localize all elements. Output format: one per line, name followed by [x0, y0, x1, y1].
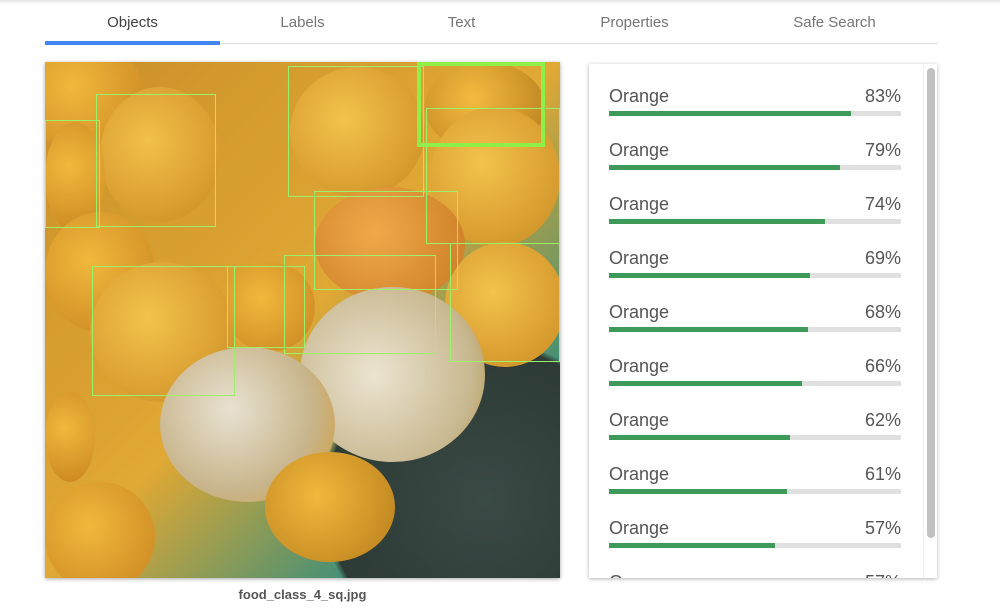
bounding-box[interactable]	[450, 243, 560, 362]
result-label: Orange	[609, 356, 670, 376]
score-bar-track	[609, 111, 901, 116]
score-bar-fill	[609, 111, 852, 116]
result-score: 62%	[864, 410, 901, 430]
result-label: Orange	[609, 464, 670, 484]
result-score: 79%	[864, 140, 901, 160]
result-label: Orange	[609, 86, 670, 106]
bounding-box[interactable]	[45, 120, 100, 228]
score-bar-fill	[609, 219, 826, 224]
tab-bar: Objects Labels Text Properties Safe Sear…	[45, 0, 938, 45]
scrollbar[interactable]	[923, 64, 937, 578]
result-score: 57%	[865, 572, 901, 578]
score-bar-track	[609, 543, 901, 548]
bounding-box[interactable]	[92, 266, 235, 396]
score-bar-track	[609, 165, 901, 170]
bounding-box[interactable]	[96, 94, 216, 227]
score-bar-track	[609, 327, 901, 332]
tab-safe-search[interactable]: Safe Search	[731, 0, 938, 44]
result-score: 68%	[864, 302, 901, 322]
tab-labels[interactable]: Labels	[220, 0, 385, 44]
bounding-box[interactable]	[284, 255, 436, 354]
result-score: 69%	[864, 248, 901, 268]
result-score: 83%	[864, 86, 901, 106]
result-label: Orange	[609, 194, 670, 214]
score-bar-track	[609, 435, 901, 440]
score-bar-track	[609, 489, 901, 494]
result-label: Orange	[609, 518, 670, 538]
result-label: Orange	[609, 140, 670, 160]
score-bar-fill	[609, 435, 791, 440]
score-bar-fill	[609, 543, 776, 548]
score-bar-track	[609, 381, 901, 386]
score-bar-fill	[609, 327, 808, 332]
score-bar-fill	[609, 165, 840, 170]
tab-text[interactable]: Text	[385, 0, 538, 44]
tab-objects[interactable]: Objects	[45, 0, 220, 45]
score-bar-fill	[609, 381, 802, 386]
score-bar-fill	[609, 489, 788, 494]
result-label: Orange	[609, 572, 669, 578]
image-filename: food_class_4_sq.jpg	[238, 587, 367, 602]
result-score: 57%	[864, 518, 901, 538]
bounding-box[interactable]	[288, 66, 424, 197]
score-bar-track	[609, 219, 901, 224]
result-label: Orange	[609, 410, 670, 430]
result-score: 61%	[864, 464, 901, 484]
result-score: 66%	[864, 356, 901, 376]
result-label: Orange	[609, 248, 670, 268]
result-label: Orange	[609, 302, 670, 322]
tab-properties[interactable]: Properties	[538, 0, 731, 44]
scrollbar-thumb[interactable]	[927, 68, 935, 538]
score-bar-track	[609, 273, 901, 278]
analyzed-image	[45, 62, 560, 578]
results-panel: Orange 83% Orange 79% Orange 74% Orange 69% Oran…	[589, 64, 937, 578]
bounding-box[interactable]	[227, 266, 305, 348]
result-score: 74%	[864, 194, 901, 214]
score-bar-fill	[609, 273, 811, 278]
